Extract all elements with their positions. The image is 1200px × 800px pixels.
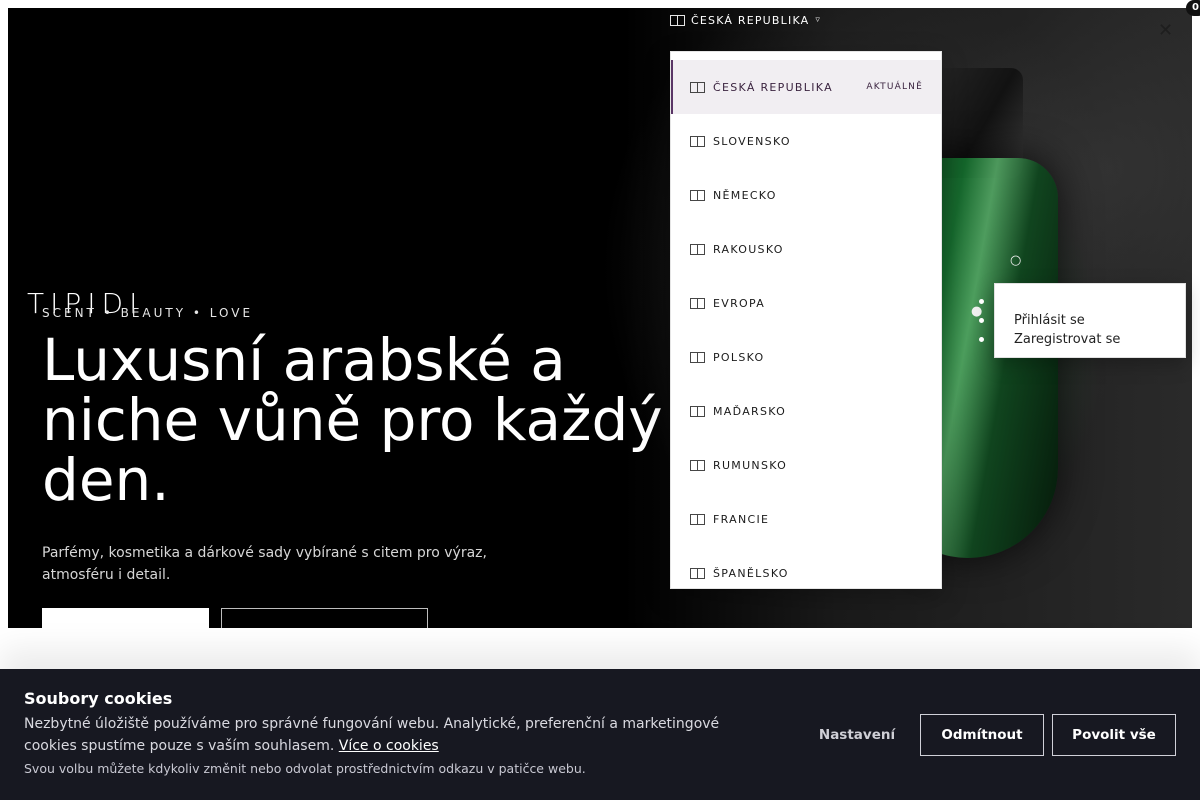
country-selector[interactable]: ČESKÁ REPUBLIKA ▿	[670, 10, 821, 30]
country-item-label: SLOVENSKO	[713, 134, 791, 148]
cookie-banner-title: Soubory cookies	[24, 689, 173, 708]
chevron-down-icon: ▿	[815, 15, 822, 25]
country-item-label: POLSKO	[713, 350, 765, 364]
menu-icon[interactable]: ●	[971, 304, 982, 319]
flag-icon	[690, 459, 705, 471]
cookie-banner-note: Svou volbu můžete kdykoliv změnit nebo o…	[24, 761, 586, 776]
flag-icon	[690, 351, 705, 363]
country-item-cz[interactable]: ČESKÁ REPUBLIKA AKTUÁLNĚ	[671, 60, 941, 114]
flag-icon	[690, 189, 705, 201]
country-item-label: MAĎARSKO	[713, 404, 787, 418]
cookie-banner-text: Nezbytné úložiště používáme pro správné …	[24, 713, 754, 757]
hero-secondary-button[interactable]	[221, 608, 428, 628]
country-item-de[interactable]: NĚMECKO	[671, 168, 941, 222]
country-item-hu[interactable]: MAĎARSKO	[671, 384, 941, 438]
country-item-es[interactable]: ŠPANĚLSKO	[671, 546, 941, 588]
flag-icon	[690, 513, 705, 525]
cart-count-badge[interactable]: 0	[1186, 0, 1200, 16]
hero-primary-button[interactable]	[42, 608, 209, 628]
country-item-label: FRANCIE	[713, 512, 770, 526]
country-item-label: ŠPANĚLSKO	[713, 566, 789, 580]
user-icon[interactable]: ○	[1010, 253, 1021, 268]
bullet-icon	[979, 337, 984, 342]
country-item-ro[interactable]: RUMUNSKO	[671, 438, 941, 492]
country-item-label: NĚMECKO	[713, 188, 777, 202]
hero-subline: Parfémy, kosmetika a dárkové sady vybíra…	[42, 545, 487, 583]
flag-icon	[690, 135, 705, 147]
country-item-eu[interactable]: EVROPA	[671, 276, 941, 330]
country-item-fr[interactable]: FRANCIE	[671, 492, 941, 546]
hero-headline: Luxusní arabské a niche vůně pro každý d…	[42, 326, 663, 514]
country-item-label: ČESKÁ REPUBLIKA	[713, 80, 833, 94]
cookie-info-link[interactable]: Více o cookies	[339, 738, 439, 754]
flag-icon	[670, 14, 685, 26]
country-item-at[interactable]: RAKOUSKO	[671, 222, 941, 276]
country-dropdown: ČESKÁ REPUBLIKA AKTUÁLNĚ SLOVENSKO NĚMEC…	[670, 51, 942, 589]
bullet-icon	[979, 318, 984, 323]
country-item-label: RUMUNSKO	[713, 458, 788, 472]
country-item-sk[interactable]: SLOVENSKO	[671, 114, 941, 168]
flag-icon	[690, 405, 705, 417]
country-item-label: RAKOUSKO	[713, 242, 784, 256]
country-item-label: EVROPA	[713, 296, 766, 310]
flag-icon	[690, 567, 705, 579]
flag-icon	[690, 243, 705, 255]
register-link[interactable]: Zaregistrovat se	[1014, 332, 1120, 347]
cookie-settings-button[interactable]: Nastavení	[803, 714, 911, 756]
country-item-pl[interactable]: POLSKO	[671, 330, 941, 384]
bullet-icon	[979, 299, 984, 304]
login-link[interactable]: Přihlásit se	[1014, 313, 1085, 328]
country-selector-label: ČESKÁ REPUBLIKA	[691, 13, 810, 27]
cookie-accept-button[interactable]: Povolit vše	[1052, 714, 1176, 756]
cookie-banner: Soubory cookies Nezbytné úložiště použív…	[0, 669, 1200, 800]
account-popover: Přihlásit se Zaregistrovat se	[979, 283, 1186, 358]
flag-icon	[690, 297, 705, 309]
flag-icon	[690, 81, 705, 93]
hero-tagline: SCENT • BEAUTY • LOVE	[42, 306, 254, 320]
cookie-reject-button[interactable]: Odmítnout	[920, 714, 1044, 756]
close-icon[interactable]: ✕	[1158, 22, 1173, 40]
current-badge: AKTUÁLNĚ	[866, 82, 923, 92]
